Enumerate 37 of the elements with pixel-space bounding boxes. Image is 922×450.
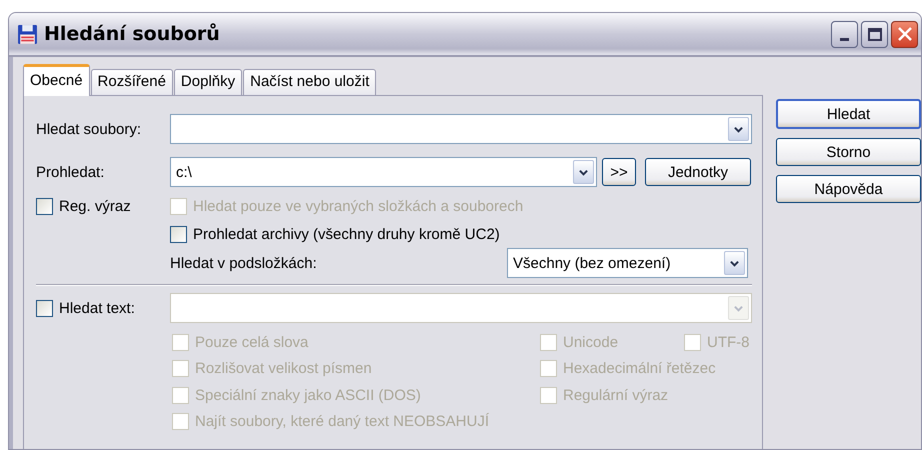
- dialog-button[interactable]: Hledat: [776, 99, 921, 129]
- dialog-button[interactable]: Storno: [776, 138, 921, 166]
- checkbox-label: Rozlišovat velikost písmen: [195, 360, 372, 378]
- checkbox-label: Hledat pouze ve vybraných složkách a souborech: [193, 198, 524, 214]
- checkbox-label: Najít soubory, které daný text NEOBSAHUJÍ: [195, 413, 490, 430]
- close-button[interactable]: [891, 20, 918, 48]
- checkbox[interactable]: [36, 300, 53, 316]
- checkbox-label: Speciální znaky jako ASCII (DOS): [195, 386, 421, 404]
- tab[interactable]: Doplňky: [174, 69, 242, 95]
- field-label: Prohledat:: [36, 164, 106, 180]
- dropdown-field[interactable]: [170, 114, 752, 144]
- checkbox-label: UTF-8: [707, 334, 750, 351]
- minimize-button[interactable]: [831, 20, 858, 48]
- close-icon: [896, 25, 914, 43]
- field-label: Hledat soubory:: [36, 120, 142, 138]
- checkbox-label: Unicode: [563, 334, 618, 351]
- checkbox-label: Reg. výraz: [59, 198, 131, 214]
- maximize-icon: [868, 28, 882, 40]
- window-title: Hledání souborů: [44, 23, 220, 45]
- dropdown-field[interactable]: Všechny (bez omezení): [507, 248, 748, 278]
- browse-button[interactable]: >>: [602, 158, 636, 186]
- drives-button[interactable]: Jednotky: [645, 158, 751, 186]
- tab[interactable]: Obecné: [23, 64, 90, 96]
- checkbox[interactable]: [170, 226, 187, 242]
- tab[interactable]: Načíst nebo uložit: [243, 69, 376, 95]
- checkbox-label: Regulární výraz: [563, 386, 668, 404]
- dialog-button[interactable]: Nápověda: [776, 175, 921, 203]
- maximize-button[interactable]: [861, 20, 888, 48]
- dropdown-field[interactable]: c:\: [170, 157, 597, 187]
- checkbox-label: Pouze celá slova: [195, 334, 308, 351]
- field-label: Hledat v podsložkách:: [170, 254, 318, 272]
- minimize-icon: [840, 38, 849, 40]
- checkbox-label: Hledat text:: [59, 300, 135, 316]
- checkbox[interactable]: [36, 198, 53, 214]
- checkbox-label: Hexadecimální řetězec: [563, 360, 716, 378]
- tab[interactable]: Rozšířené: [90, 69, 173, 95]
- checkbox-label: Prohledat archivy (všechny druhy kromě UC2): [193, 226, 500, 242]
